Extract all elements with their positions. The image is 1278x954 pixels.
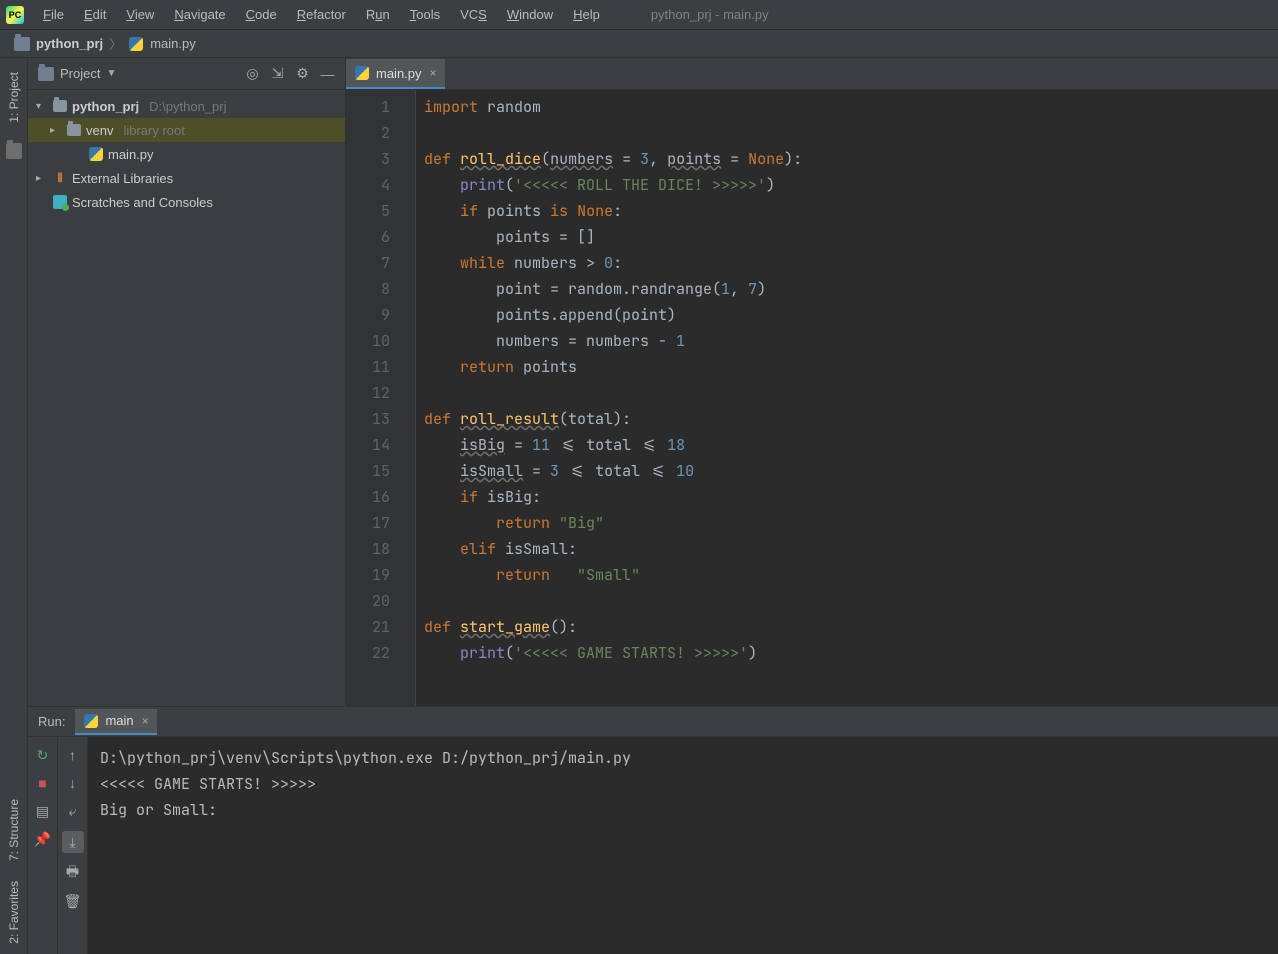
menu-tools[interactable]: Tools — [401, 3, 449, 26]
menu-bar: PC File Edit View Navigate Code Refactor… — [0, 0, 1278, 30]
layout-icon[interactable]: ▤ — [35, 803, 51, 819]
run-tab-main[interactable]: main × — [75, 709, 156, 735]
scroll-icon[interactable]: ⤓ — [62, 831, 84, 853]
run-panel: Run: main × ↻ ■ ▤ 📌 ↑ ↓ ⤶ ⤓ — [28, 706, 1278, 954]
pin-icon[interactable]: 📌 — [35, 831, 51, 847]
run-tab-label: main — [105, 713, 133, 728]
menu-code[interactable]: Code — [237, 3, 286, 26]
trash-icon[interactable]: 🗑 — [65, 893, 81, 909]
menu-run[interactable]: Run — [357, 3, 399, 26]
minimize-icon[interactable]: — — [320, 66, 335, 81]
gear-icon[interactable]: ⚙ — [295, 66, 310, 81]
tree-root-label: python_prj — [72, 99, 139, 114]
dropdown-icon[interactable]: ▼ — [106, 68, 116, 79]
close-icon[interactable]: × — [142, 714, 149, 728]
tree-external-libs[interactable]: ▸ ⫴ External Libraries — [28, 166, 345, 190]
menu-help[interactable]: Help — [564, 3, 609, 26]
scratches-icon — [53, 195, 67, 209]
project-panel: Project ▼ ◎ ⇲ ⚙ — ▾ python_prj — [28, 58, 346, 706]
python-file-icon — [83, 713, 99, 729]
tree-venv-note: library root — [123, 123, 184, 138]
line-number-gutter: 12345678910111213141516171819202122 — [346, 90, 400, 706]
chevron-down-icon[interactable]: ▾ — [36, 101, 48, 112]
menu-file[interactable]: File — [34, 3, 73, 26]
project-panel-title[interactable]: Project — [60, 66, 100, 81]
tree-root[interactable]: ▾ python_prj D:\python_prj — [28, 94, 345, 118]
breadcrumb-project-label: python_prj — [36, 36, 103, 51]
menu-refactor[interactable]: Refactor — [288, 3, 355, 26]
chevron-right-icon[interactable]: ▸ — [50, 125, 62, 136]
folder-icon — [53, 100, 67, 112]
run-label: Run: — [38, 714, 65, 729]
editor-tab-main[interactable]: main.py × — [346, 59, 445, 89]
code-content[interactable]: import random def roll_dice(numbers = 3,… — [416, 90, 802, 706]
fold-gutter[interactable] — [400, 90, 416, 706]
editor-area: main.py × 123456789101112131415161718192… — [346, 58, 1278, 706]
tree-root-path: D:\python_prj — [149, 99, 226, 114]
project-panel-header: Project ▼ ◎ ⇲ ⚙ — — [28, 58, 345, 90]
run-panel-header: Run: main × — [28, 707, 1278, 737]
print-icon[interactable]: 🖶 — [65, 865, 81, 881]
expand-icon[interactable]: ⇲ — [270, 66, 285, 81]
breadcrumb-separator: 〉 — [109, 34, 122, 53]
tree-mainfile[interactable]: main.py — [28, 142, 345, 166]
menu-view[interactable]: View — [117, 3, 163, 26]
locate-icon[interactable]: ◎ — [245, 66, 260, 81]
menu-vcs[interactable]: VCS — [451, 3, 496, 26]
chevron-right-icon[interactable]: ▸ — [36, 173, 48, 184]
tree-external-label: External Libraries — [72, 171, 173, 186]
breadcrumb-file-label: main.py — [150, 36, 196, 51]
console-output[interactable]: D:\python_prj\venv\Scripts\python.exe D:… — [88, 737, 1278, 954]
down-icon[interactable]: ↓ — [65, 775, 81, 791]
rerun-icon[interactable]: ↻ — [35, 747, 51, 763]
code-editor[interactable]: 12345678910111213141516171819202122 impo… — [346, 90, 1278, 706]
folder-icon — [14, 37, 30, 51]
folder-icon — [67, 124, 81, 136]
menu-window[interactable]: Window — [498, 3, 562, 26]
python-file-icon — [354, 65, 370, 81]
run-toolbar-1: ↻ ■ ▤ 📌 — [28, 737, 58, 954]
editor-tabs: main.py × — [346, 58, 1278, 90]
menu-edit[interactable]: Edit — [75, 3, 115, 26]
stop-icon[interactable]: ■ — [35, 775, 51, 791]
python-file-icon — [88, 146, 104, 162]
library-icon: ⫴ — [52, 170, 68, 186]
run-toolbar-2: ↑ ↓ ⤶ ⤓ 🖶 🗑 — [58, 737, 88, 954]
up-icon[interactable]: ↑ — [65, 747, 81, 763]
folder-icon — [38, 67, 54, 81]
folder-icon[interactable] — [6, 143, 22, 159]
breadcrumb-project[interactable]: python_prj — [14, 36, 103, 51]
tree-scratches-label: Scratches and Consoles — [72, 195, 213, 210]
tree-scratches[interactable]: Scratches and Consoles — [28, 190, 345, 214]
editor-tab-label: main.py — [376, 66, 422, 81]
sidebar-tab-structure[interactable]: 7: Structure — [5, 789, 23, 871]
sidebar-tab-project[interactable]: 1: Project — [5, 62, 23, 133]
app-icon: PC — [6, 6, 24, 24]
python-file-icon — [128, 36, 144, 52]
breadcrumb-bar: python_prj 〉 main.py — [0, 30, 1278, 58]
tree-mainfile-label: main.py — [108, 147, 154, 162]
window-title: python_prj - main.py — [651, 7, 769, 22]
wrap-icon[interactable]: ⤶ — [65, 803, 81, 819]
breadcrumb-file[interactable]: main.py — [128, 36, 196, 52]
tree-venv-label: venv — [86, 123, 113, 138]
close-icon[interactable]: × — [430, 66, 437, 80]
menu-navigate[interactable]: Navigate — [165, 3, 234, 26]
tree-venv[interactable]: ▸ venv library root — [28, 118, 345, 142]
sidebar-tab-favorites[interactable]: 2: Favorites — [5, 871, 23, 954]
project-tree: ▾ python_prj D:\python_prj ▸ venv librar… — [28, 90, 345, 218]
